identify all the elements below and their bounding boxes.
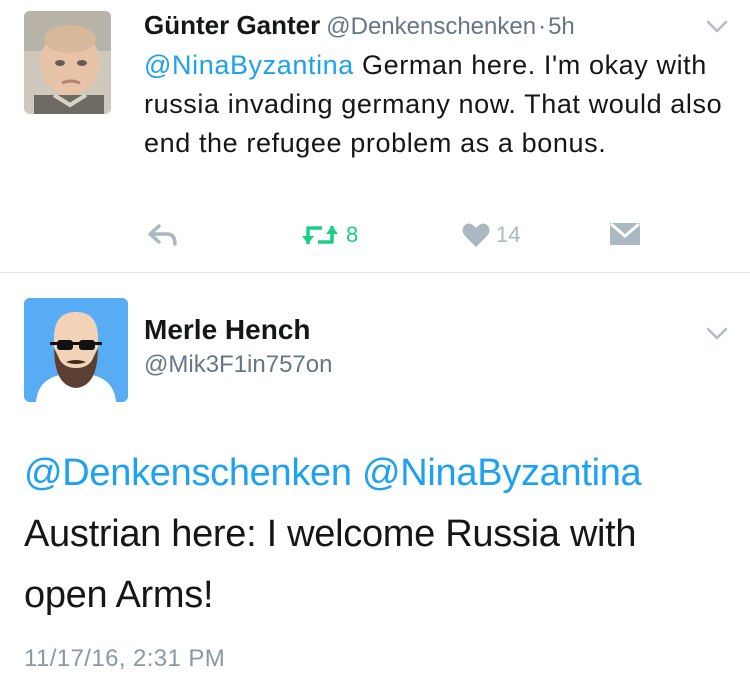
like-icon: [462, 223, 490, 247]
direct-message-button[interactable]: [610, 223, 640, 245]
author-name[interactable]: Merle Hench: [144, 314, 311, 346]
retweet-icon: [302, 226, 338, 244]
chevron-down-icon[interactable]: [706, 327, 728, 341]
like-count: 14: [496, 222, 521, 247]
avatar[interactable]: [24, 11, 111, 114]
tweet-text: @Denkenschenken @NinaByzantina Austrian …: [24, 443, 724, 626]
chevron-down-icon[interactable]: [706, 20, 728, 34]
avatar[interactable]: [24, 298, 128, 402]
mention-links[interactable]: @Denkenschenken @NinaByzantina: [24, 443, 724, 504]
mention-link[interactable]: @NinaByzantina: [144, 50, 354, 80]
retweet-button[interactable]: 8: [300, 222, 358, 248]
dm-icon: [610, 223, 640, 245]
tweet-header: Günter Ganter @Denkenschenken·5h: [144, 10, 575, 41]
tweet-detail[interactable]: Merle Hench @Mik3F1in757on @Denkenschenk…: [0, 273, 750, 699]
tweet-timestamp: 11/17/16, 2:31 PM: [24, 645, 226, 672]
reply-button[interactable]: [147, 222, 177, 246]
tweet-body: Austrian here: I welcome Russia with ope…: [24, 513, 637, 616]
author-handle[interactable]: @Denkenschenken: [326, 13, 536, 40]
bearded-man-avatar-image: [24, 298, 128, 402]
retweet-count: 8: [346, 222, 359, 247]
author-handle[interactable]: @Mik3F1in757on: [144, 351, 332, 379]
tweet-actions: 8 14: [0, 218, 750, 258]
reply-icon: [148, 224, 177, 246]
tweet-time[interactable]: 5h: [548, 13, 575, 40]
tweet-card[interactable]: Günter Ganter @Denkenschenken·5h @NinaByz…: [0, 0, 750, 272]
tweet-text: @NinaByzantina German here. I'm okay wit…: [144, 46, 729, 163]
like-button[interactable]: 14: [462, 222, 520, 248]
baby-avatar-image: [24, 11, 111, 114]
author-name[interactable]: Günter Ganter: [144, 10, 320, 40]
separator-dot: ·: [538, 13, 547, 40]
